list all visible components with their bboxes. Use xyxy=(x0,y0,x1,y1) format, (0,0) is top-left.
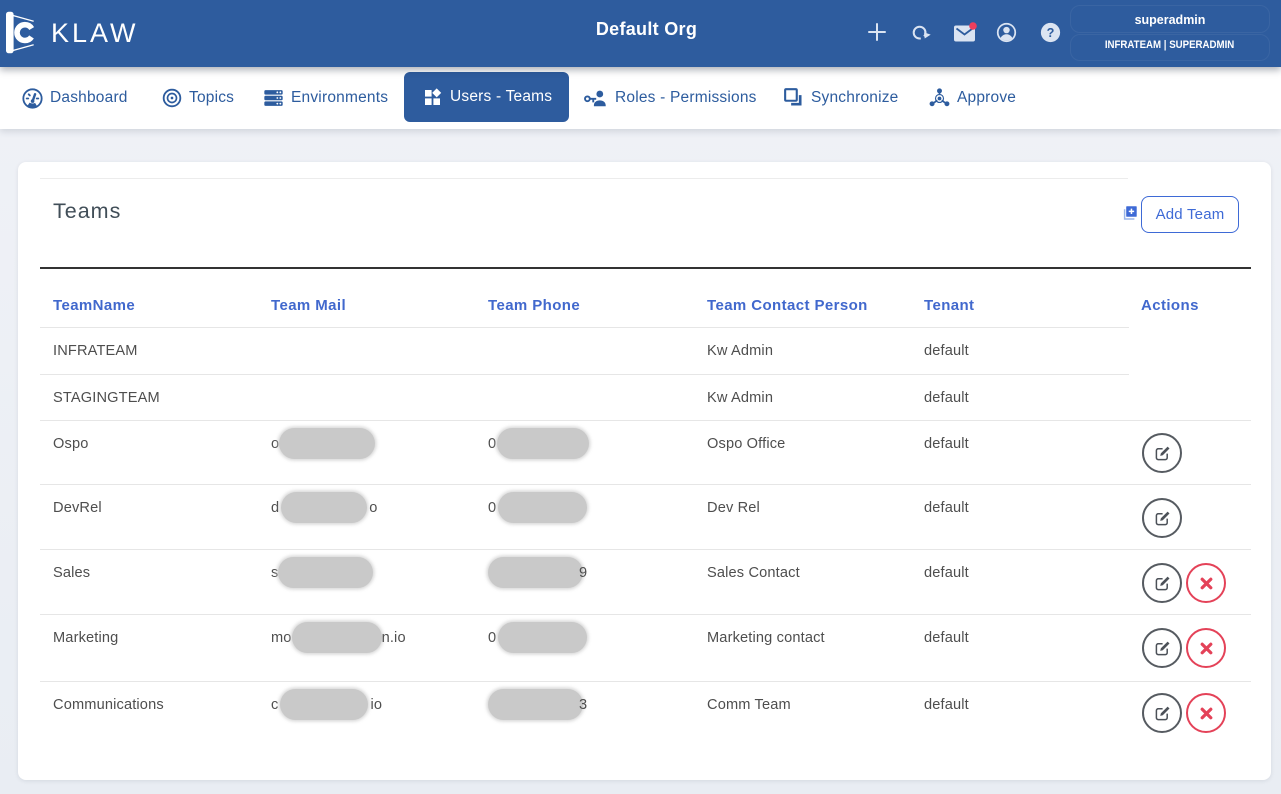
svg-text:?: ? xyxy=(1047,26,1055,40)
